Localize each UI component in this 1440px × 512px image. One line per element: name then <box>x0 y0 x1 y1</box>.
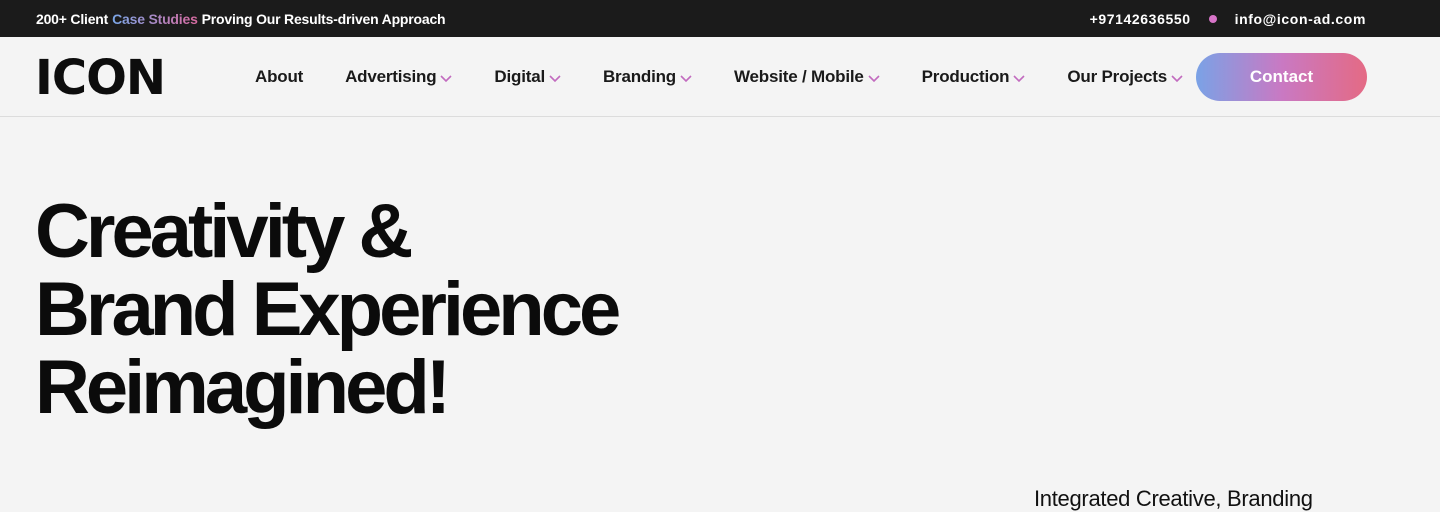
logo[interactable]: ICON <box>35 54 166 102</box>
nav-item-about[interactable]: About <box>255 67 303 87</box>
case-studies-link[interactable]: Case Studies <box>112 11 198 27</box>
hero-title-line-1: Creativity & <box>35 189 413 274</box>
nav-label: Production <box>921 67 1010 86</box>
chevron-down-icon <box>440 74 452 82</box>
phone-link[interactable]: +97142636550 <box>1090 11 1191 27</box>
hero-subtitle: Integrated Creative, Branding <box>1034 486 1313 511</box>
chevron-down-icon <box>868 74 880 82</box>
nav-item-digital[interactable]: Digital <box>494 67 561 87</box>
chevron-down-icon <box>549 74 561 82</box>
contact-info: +97142636550 info@icon-ad.com <box>1090 11 1366 27</box>
nav-item-branding[interactable]: Branding <box>603 67 692 87</box>
nav-item-our-projects[interactable]: Our Projects <box>1067 67 1183 87</box>
nav-label: About <box>255 67 304 86</box>
promo-prefix: 200+ Client <box>36 10 109 27</box>
hero-title: Creativity & Brand Experience Reimagined… <box>35 189 621 430</box>
promo-banner[interactable]: 200+ Client Case Studies Proving Our Res… <box>36 10 446 27</box>
top-bar: 200+ Client Case Studies Proving Our Res… <box>0 0 1440 37</box>
hero-title-line-2: Brand Experience <box>35 267 621 352</box>
promo-suffix: Proving Our Results-driven Approach <box>201 10 446 27</box>
hero-title-line-3: Reimagined! <box>35 345 451 430</box>
nav-item-production[interactable]: Production <box>922 67 1026 87</box>
chevron-down-icon <box>1013 74 1025 82</box>
contact-button[interactable]: Contact <box>1196 53 1367 101</box>
nav-label: Website / Mobile <box>733 67 864 86</box>
nav-label: Branding <box>602 67 676 86</box>
nav-label: Digital <box>494 67 545 86</box>
nav-label: Advertising <box>345 67 437 86</box>
nav-item-website-mobile[interactable]: Website / Mobile <box>734 67 880 87</box>
nav-item-advertising[interactable]: Advertising <box>345 67 452 87</box>
dot-icon <box>1208 14 1217 23</box>
chevron-down-icon <box>1171 74 1183 82</box>
site-header: ICON About Advertising Digital Branding … <box>0 37 1440 117</box>
nav-label: Our Projects <box>1067 67 1168 86</box>
main-nav: About Advertising Digital Branding Websi… <box>255 37 1225 117</box>
chevron-down-icon <box>680 74 692 82</box>
email-link[interactable]: info@icon-ad.com <box>1235 11 1366 27</box>
